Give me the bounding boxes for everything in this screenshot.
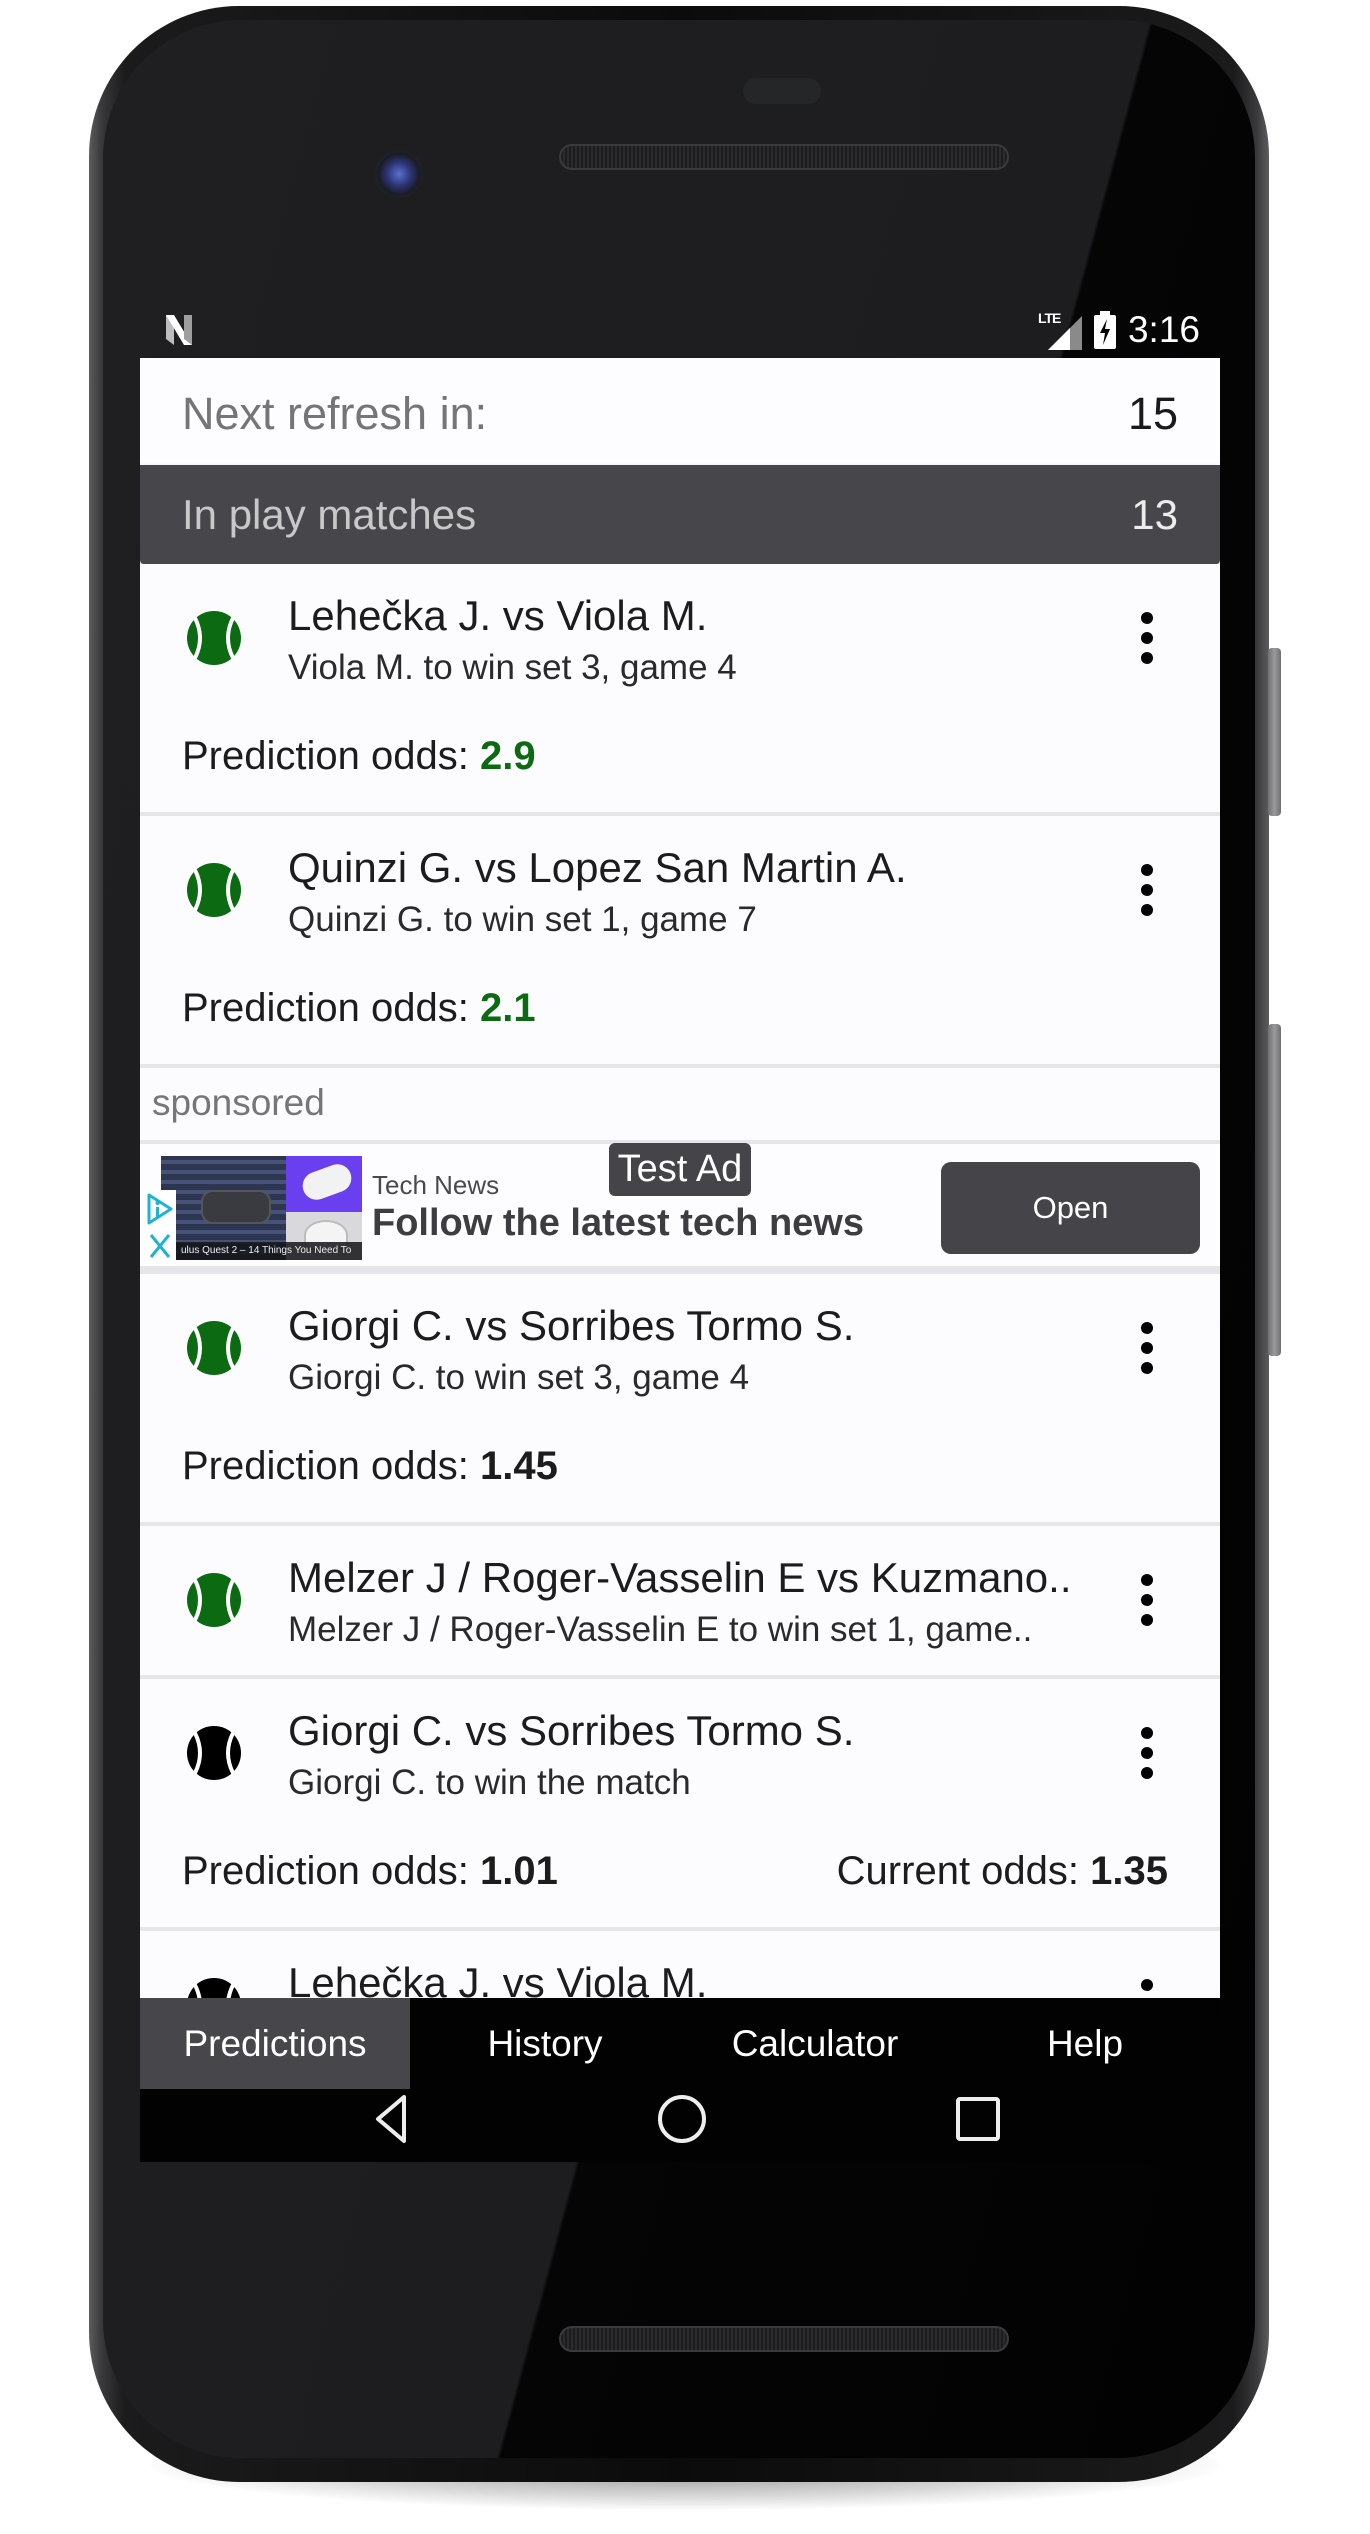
match-title: Giorgi C. vs Sorribes Tormo S. (288, 1707, 855, 1754)
tennis-ball-icon (187, 1726, 241, 1780)
front-camera (375, 150, 423, 198)
tab-predictions[interactable]: Predictions (140, 1998, 410, 2089)
refresh-row: Next refresh in: 15 (140, 358, 1220, 465)
match-card[interactable]: Quinzi G. vs Lopez San Martin A. Quinzi … (140, 816, 1220, 1068)
ad-open-button[interactable]: Open (941, 1162, 1200, 1254)
system-nav-bar (140, 2089, 1220, 2162)
native-ad[interactable]: ulus Quest 2 – 14 Things You Need To Tec… (140, 1143, 1220, 1274)
back-icon[interactable] (360, 2089, 420, 2149)
prediction-odds-label: Prediction odds: (182, 1849, 469, 1893)
close-ad-icon[interactable] (148, 1232, 172, 1260)
match-card[interactable]: Lehečka J. vs Viola M. (140, 1931, 1220, 1998)
match-card[interactable]: Giorgi C. vs Sorribes Tormo S. Giorgi C.… (140, 1274, 1220, 1526)
match-card[interactable]: Giorgi C. vs Sorribes Tormo S. Giorgi C.… (140, 1679, 1220, 1931)
tennis-ball-icon (187, 1321, 241, 1375)
odds-row: Prediction odds: 1.01 Current odds: 1.35 (182, 1849, 1168, 1894)
status-bar: LTE 3:16 (140, 299, 1220, 358)
prediction-odds: Prediction odds: 1.45 (182, 1444, 558, 1489)
home-icon[interactable] (652, 2089, 712, 2149)
match-title: Lehečka J. vs Viola M. (288, 1959, 708, 1998)
tennis-ball-icon (187, 1573, 241, 1627)
bottom-speaker (559, 2326, 1009, 2352)
adchoices-badge[interactable] (144, 1190, 176, 1266)
in-play-label: In play matches (182, 491, 477, 538)
match-card[interactable]: Lehečka J. vs Viola M. Viola M. to win s… (140, 564, 1220, 816)
power-button (1268, 648, 1281, 816)
sponsored-label: sponsored (152, 1082, 325, 1123)
match-title: Melzer J / Roger-Vasselin E vs Kuzmano.. (288, 1554, 1072, 1601)
ad-advertiser: Tech News (372, 1170, 500, 1200)
recent-apps-icon[interactable] (948, 2089, 1008, 2149)
tab-calculator[interactable]: Calculator (680, 1998, 950, 2089)
tennis-ball-icon (187, 1978, 241, 1998)
more-options-icon[interactable] (1127, 608, 1167, 668)
prediction-odds-label: Prediction odds: (182, 1444, 469, 1488)
battery-charging-icon (1093, 311, 1116, 349)
tennis-ball-icon (187, 611, 241, 665)
earpiece-speaker (559, 144, 1009, 170)
match-prediction: Giorgi C. to win the match (288, 1763, 691, 1802)
status-time: 3:16 (1127, 309, 1200, 350)
match-title: Quinzi G. vs Lopez San Martin A. (288, 844, 907, 891)
match-title: Lehečka J. vs Viola M. (288, 592, 708, 639)
android-n-icon (166, 315, 192, 345)
current-odds: Current odds: 1.35 (837, 1849, 1168, 1894)
tab-history[interactable]: History (410, 1998, 680, 2089)
ad-image-caption: ulus Quest 2 – 14 Things You Need To (161, 1242, 362, 1260)
tennis-ball-icon (187, 863, 241, 917)
device-screen: LTE 3:16 Next refresh in: 15 In play mat… (140, 299, 1220, 2162)
prediction-odds-value: 1.45 (479, 1444, 558, 1488)
more-options-icon[interactable] (1127, 860, 1167, 920)
current-odds-value: 1.35 (1090, 1849, 1168, 1893)
prediction-odds-label: Prediction odds: (182, 734, 469, 778)
match-list: Lehečka J. vs Viola M. Viola M. to win s… (140, 564, 1220, 1998)
prediction-odds-value: 1.01 (479, 1849, 558, 1893)
tab-help[interactable]: Help (950, 1998, 1220, 2089)
more-options-icon[interactable] (1127, 1318, 1167, 1378)
in-play-count: 13 (1131, 491, 1178, 538)
in-play-header: In play matches 13 (140, 465, 1220, 564)
refresh-countdown: 15 (1127, 388, 1178, 439)
match-prediction: Viola M. to win set 3, game 4 (288, 648, 737, 687)
ad-image[interactable]: ulus Quest 2 – 14 Things You Need To (161, 1156, 362, 1260)
match-prediction: Melzer J / Roger-Vasselin E to win set 1… (288, 1610, 1033, 1649)
lte-signal-icon: LTE (1038, 310, 1082, 350)
volume-button (1268, 1024, 1281, 1356)
sponsored-label-row: sponsored (140, 1068, 1220, 1144)
match-prediction: Quinzi G. to win set 1, game 7 (288, 900, 757, 939)
bottom-tab-bar: Predictions History Calculator Help (140, 1998, 1220, 2089)
prediction-odds: Prediction odds: 2.9 (182, 734, 536, 779)
odds-row: Prediction odds: 2.1 (182, 986, 1168, 1031)
predictions-screen: Next refresh in: 15 In play matches 13 L… (140, 358, 1220, 1998)
prediction-odds: Prediction odds: 2.1 (182, 986, 536, 1031)
match-title: Giorgi C. vs Sorribes Tormo S. (288, 1302, 855, 1349)
ad-headline[interactable]: Follow the latest tech news (372, 1202, 864, 1245)
prediction-odds-value: 2.1 (479, 986, 536, 1030)
odds-row: Prediction odds: 1.45 (182, 1444, 1168, 1489)
prediction-odds: Prediction odds: 1.01 (182, 1849, 558, 1894)
more-options-icon[interactable] (1127, 1570, 1167, 1630)
refresh-label: Next refresh in: (182, 388, 488, 439)
prediction-odds-value: 2.9 (479, 734, 536, 778)
proximity-sensor (743, 78, 821, 104)
prediction-odds-label: Prediction odds: (182, 986, 469, 1030)
match-card[interactable]: Melzer J / Roger-Vasselin E vs Kuzmano..… (140, 1526, 1220, 1679)
more-options-icon[interactable] (1127, 1723, 1167, 1783)
adchoices-icon[interactable] (146, 1192, 174, 1226)
match-prediction: Giorgi C. to win set 3, game 4 (288, 1358, 750, 1397)
more-options-icon[interactable] (1127, 1975, 1167, 1998)
current-odds-label: Current odds: (836, 1849, 1080, 1893)
vr-headset-graphic (201, 1190, 271, 1224)
odds-row: Prediction odds: 2.9 (182, 734, 1168, 779)
test-ad-badge: Test Ad (609, 1143, 751, 1196)
